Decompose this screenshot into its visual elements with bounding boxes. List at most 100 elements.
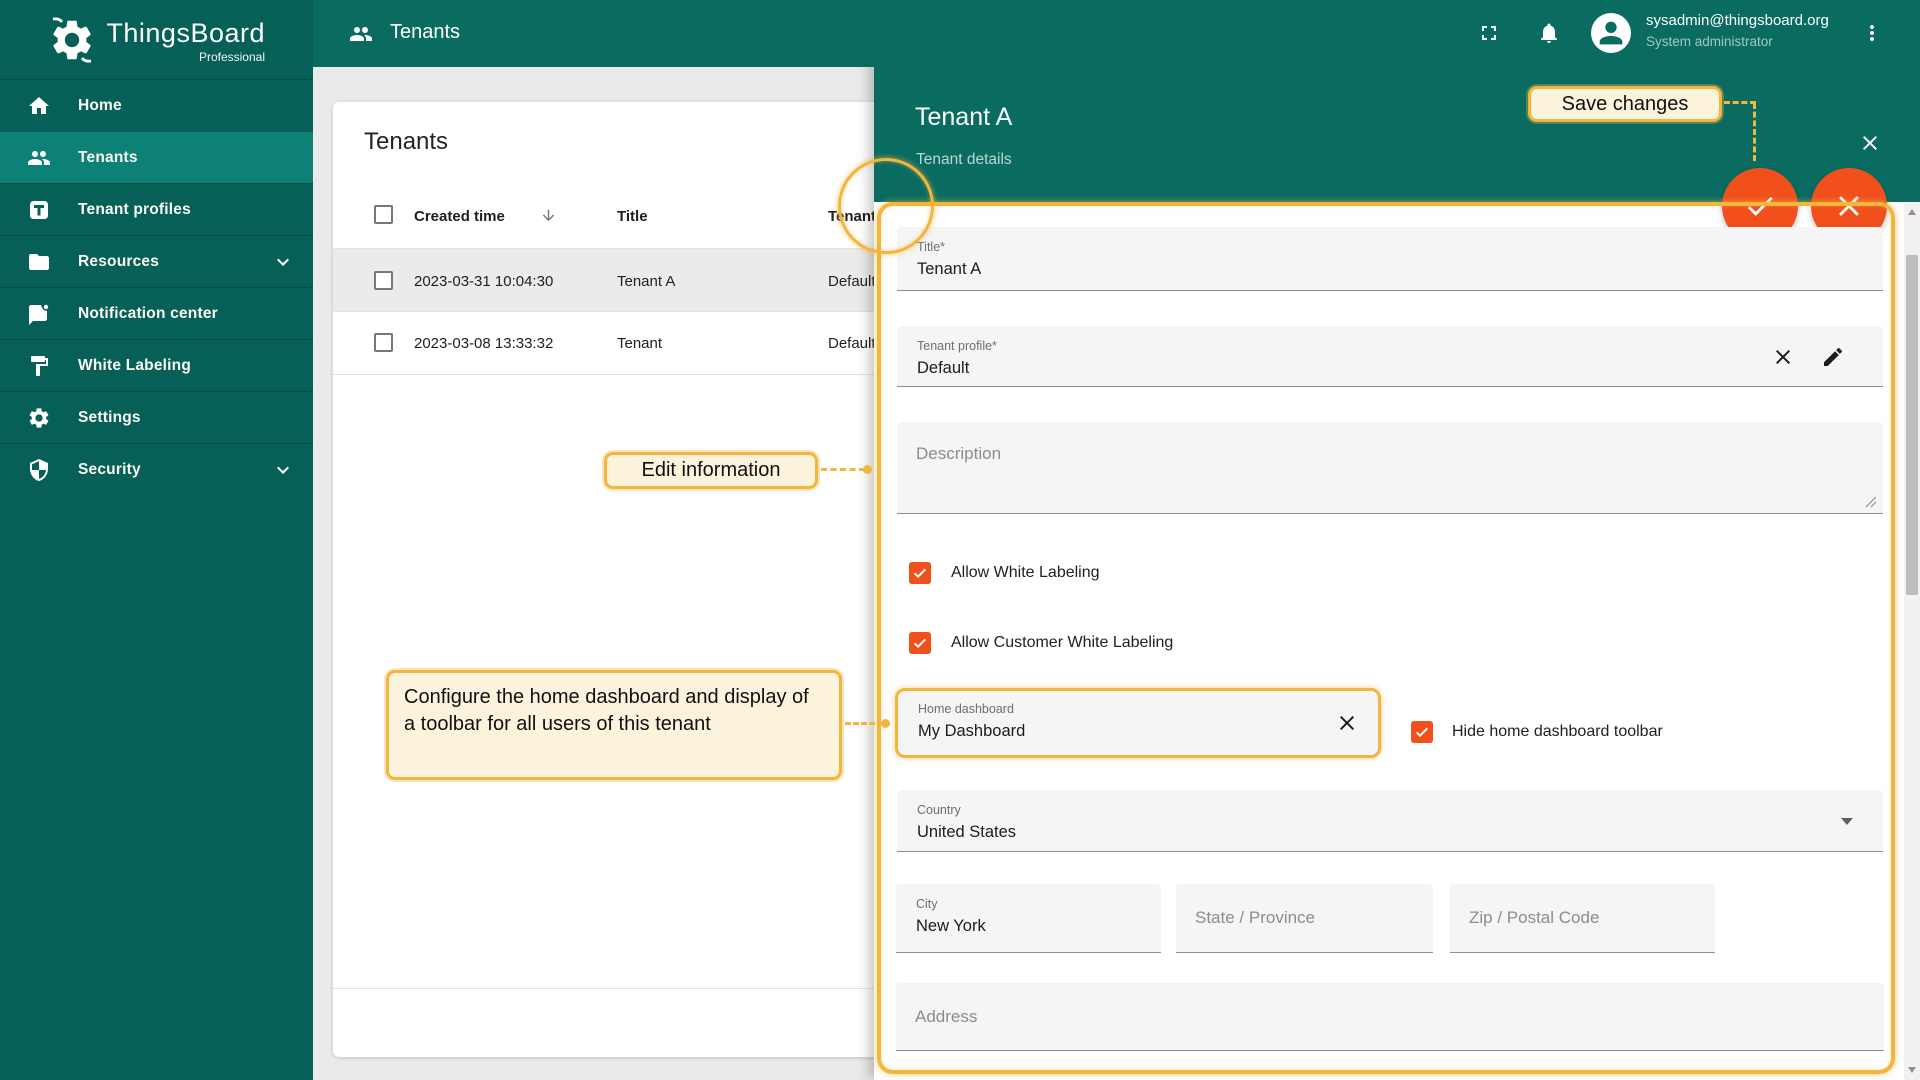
resize-handle-icon[interactable] [1865,496,1877,508]
configure-home-dashboard-callout: Configure the home dashboard and display… [386,670,842,780]
cell-tenant-profile[interactable]: Default [828,273,876,290]
tenants-icon [349,22,373,46]
field-placeholder: Description [897,422,1883,464]
home-icon [27,94,51,118]
callout-connector [1724,101,1756,104]
callout-connector-dot [881,719,890,728]
checkbox-label: Allow Customer White Labeling [951,634,1173,652]
field-label: Tenant profile* [897,326,1883,353]
notification-icon [27,302,51,326]
gear-icon [27,406,51,430]
sidebar-item-white-labeling[interactable]: White Labeling [0,339,313,391]
field-value: United States [897,817,1883,842]
chevron-down-icon [271,458,295,482]
table-title: Tenants [364,128,448,156]
field-placeholder: State / Province [1176,884,1433,952]
allow-white-labeling-checkbox[interactable] [909,562,931,584]
sidebar-item-tenants[interactable]: Tenants [0,131,313,183]
sort-descending-icon[interactable] [540,207,557,224]
checkbox-label: Allow White Labeling [951,564,1100,582]
row-checkbox[interactable] [374,271,393,290]
panel-title: Tenant A [915,103,1012,132]
cell-title[interactable]: Tenant [617,335,662,352]
app-name: ThingsBoard [100,18,265,49]
tenant-profile-field[interactable]: Tenant profile* Default [897,326,1883,387]
sidebar-item-resources[interactable]: Resources [0,235,313,287]
hide-home-dashboard-toolbar-checkbox[interactable] [1411,721,1433,743]
sidebar-item-home[interactable]: Home [0,79,313,131]
check-icon [1743,189,1777,223]
city-field[interactable]: City New York [896,884,1161,953]
close-icon[interactable] [1858,131,1882,155]
chevron-down-icon [271,250,295,274]
fullscreen-icon[interactable] [1477,21,1501,45]
kebab-menu-icon[interactable] [1860,21,1884,45]
paint-icon [27,354,51,378]
field-label: Country [897,790,1883,817]
check-icon [912,635,928,651]
cell-created-time[interactable]: 2023-03-31 10:04:30 [414,273,553,290]
sidebar-item-tenant-profiles[interactable]: Tenant profiles [0,183,313,235]
tenant-details-panel: Tenant A Tenant details Title* Tenant A … [874,0,1920,1080]
sidebar: ThingsBoard Professional Home Tenants Te… [0,0,313,1080]
tenants-icon [27,146,51,170]
save-changes-callout: Save changes [1528,86,1722,122]
clear-icon[interactable] [1771,345,1795,369]
person-icon [1594,16,1628,50]
field-label: Title* [897,227,1883,254]
topbar: Tenants sysadmin@thingsboard.org System … [313,0,1920,67]
column-header-created-time[interactable]: Created time [414,208,505,225]
edit-information-callout: Edit information [604,452,818,489]
field-value: My Dashboard [898,716,1378,741]
scroll-down-arrow[interactable] [1908,1067,1916,1073]
save-button-highlight-ring [838,158,934,254]
app-edition: Professional [100,50,265,64]
callout-connector [845,722,883,725]
field-label: Home dashboard [898,691,1378,716]
sidebar-item-notification-center[interactable]: Notification center [0,287,313,339]
close-icon [1832,189,1866,223]
callout-connector-dot [863,465,872,474]
check-icon [912,565,928,581]
panel-subtitle: Tenant details [916,151,1012,169]
scroll-up-arrow[interactable] [1908,209,1916,215]
sidebar-item-settings[interactable]: Settings [0,391,313,443]
shield-icon [27,458,51,482]
cell-created-time[interactable]: 2023-03-08 13:33:32 [414,335,553,352]
callout-connector [821,468,865,471]
checkbox-label: Hide home dashboard toolbar [1452,723,1663,741]
thingsboard-logo-icon [48,16,96,64]
state-province-field[interactable]: State / Province [1176,884,1433,953]
clear-icon[interactable] [1335,711,1359,735]
sidebar-item-security[interactable]: Security [0,443,313,495]
folder-icon [27,250,51,274]
allow-customer-white-labeling-checkbox[interactable] [909,632,931,654]
page-title: Tenants [390,21,460,44]
title-field[interactable]: Title* Tenant A [897,227,1883,291]
edit-pencil-icon[interactable] [1821,345,1845,369]
field-value: New York [896,911,1161,936]
column-header-title[interactable]: Title [617,208,648,225]
dropdown-caret-icon[interactable] [1841,818,1853,825]
field-placeholder: Address [896,983,1884,1050]
select-all-checkbox[interactable] [374,205,393,224]
field-placeholder: Zip / Postal Code [1450,884,1715,952]
description-field[interactable]: Description [897,422,1883,514]
home-dashboard-field[interactable]: Home dashboard My Dashboard [895,688,1381,758]
row-checkbox[interactable] [374,333,393,352]
notifications-bell-icon[interactable] [1537,21,1561,45]
field-label: City [896,884,1161,911]
tenant-profiles-icon [27,198,51,222]
scrollbar[interactable] [1904,202,1920,1080]
scrollbar-thumb[interactable] [1906,255,1918,595]
country-select[interactable]: Country United States [897,790,1883,852]
callout-connector [1753,103,1756,161]
address-field[interactable]: Address [896,983,1884,1051]
check-icon [1414,724,1430,740]
zip-postal-code-field[interactable]: Zip / Postal Code [1450,884,1715,953]
user-email[interactable]: sysadmin@thingsboard.org [1646,12,1829,29]
cell-title[interactable]: Tenant A [617,273,675,290]
avatar[interactable] [1591,13,1631,53]
cell-tenant-profile[interactable]: Default [828,335,876,352]
logo[interactable]: ThingsBoard Professional [0,0,313,79]
